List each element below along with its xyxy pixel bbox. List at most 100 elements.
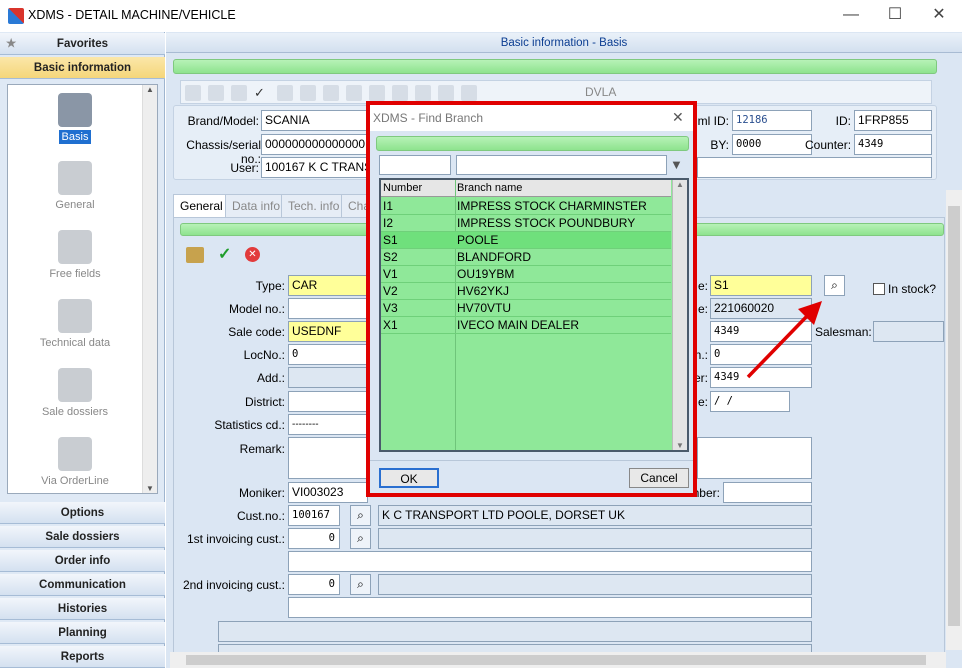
- col-name-header[interactable]: Branch name: [457, 180, 522, 196]
- counter-field[interactable]: 4349: [854, 134, 932, 155]
- sidebar-reports[interactable]: Reports: [0, 646, 165, 668]
- footer-field-1[interactable]: [218, 621, 812, 642]
- cust-no-field[interactable]: 100167: [288, 505, 340, 526]
- table-row[interactable]: I1 IMPRESS STOCK CHARMINSTER: [381, 198, 671, 215]
- table-row-selected[interactable]: S1 POOLE: [381, 232, 671, 249]
- gear-icon[interactable]: [461, 85, 477, 101]
- inv1-field[interactable]: 0: [288, 528, 340, 549]
- next-fast-icon[interactable]: [392, 85, 408, 101]
- statistics-field[interactable]: --------: [288, 414, 368, 435]
- save-check-icon[interactable]: ✓: [218, 244, 231, 264]
- moniker-field[interactable]: VI003023: [288, 482, 368, 503]
- brand-model-field[interactable]: SCANIA: [261, 110, 367, 131]
- close-button[interactable]: ✕: [916, 4, 962, 28]
- statistics-label: Statistics cd.:: [214, 418, 285, 432]
- type-field[interactable]: CAR: [288, 275, 368, 296]
- table-row[interactable]: S2 BLANDFORD: [381, 249, 671, 266]
- basic-info-header[interactable]: Basic information: [0, 57, 165, 79]
- sidebar-sale-dossiers[interactable]: Sale dossiers: [0, 526, 165, 548]
- tab-general[interactable]: General: [173, 194, 230, 218]
- add-field[interactable]: [288, 367, 368, 388]
- main-horizontal-scrollbar[interactable]: [170, 652, 946, 668]
- open-folder-icon[interactable]: [186, 247, 204, 263]
- cust-name-field[interactable]: K C TRANSPORT LTD POOLE, DORSET UK: [378, 505, 812, 526]
- number-filter-input[interactable]: [379, 155, 451, 175]
- table-row[interactable]: V1 OU19YBM: [381, 266, 671, 283]
- cancel-button[interactable]: Cancel: [629, 468, 689, 488]
- table-row[interactable]: I2 IMPRESS STOCK POUNDBURY: [381, 215, 671, 232]
- filter-icon[interactable]: ▼: [670, 157, 683, 172]
- remark-right-field[interactable]: [697, 437, 812, 479]
- nav-via-orderline[interactable]: Via OrderLine: [8, 437, 142, 487]
- check-icon[interactable]: ✓: [254, 85, 270, 101]
- sidebar-order-info[interactable]: Order info: [0, 550, 165, 572]
- col-number-header[interactable]: Number: [383, 180, 422, 196]
- inv1-extra-field[interactable]: [288, 551, 812, 572]
- sale-code-field[interactable]: USEDNF: [288, 321, 368, 342]
- nav-general[interactable]: General: [8, 161, 142, 211]
- user-field[interactable]: 100167 K C TRANS: [261, 157, 367, 178]
- inv2-extra-field[interactable]: [288, 597, 812, 618]
- tab-tech-info[interactable]: Tech. info: [281, 194, 347, 218]
- remark-field[interactable]: [288, 437, 368, 479]
- camera-icon[interactable]: [231, 85, 247, 101]
- inv2-search-button[interactable]: ⌕: [350, 574, 371, 595]
- sidebar-options[interactable]: Options: [0, 502, 165, 524]
- chassis-field[interactable]: 0000000000000001: [261, 134, 367, 155]
- user-extra-field[interactable]: [697, 157, 932, 178]
- minimize-button[interactable]: —: [828, 4, 874, 28]
- sidebar-histories[interactable]: Histories: [0, 598, 165, 620]
- link-icon[interactable]: [438, 85, 454, 101]
- first-icon[interactable]: [300, 85, 316, 101]
- nav-free-fields[interactable]: Free fields: [8, 230, 142, 280]
- copy-icon[interactable]: [208, 85, 224, 101]
- tab-data-info[interactable]: Data info: [225, 194, 288, 218]
- prev-fast-icon[interactable]: [323, 85, 339, 101]
- id1-field[interactable]: 12186: [732, 110, 812, 131]
- last-icon[interactable]: [415, 85, 431, 101]
- star-icon: ★: [6, 38, 17, 50]
- table-row[interactable]: V3 HV70VTU: [381, 300, 671, 317]
- main-vertical-scrollbar[interactable]: [946, 190, 962, 650]
- inv2-name-field[interactable]: [378, 574, 812, 595]
- delete-icon[interactable]: ✕: [245, 247, 260, 262]
- cone-icon: [58, 161, 92, 195]
- inv1-search-button[interactable]: ⌕: [350, 528, 371, 549]
- cancel-icon[interactable]: [277, 85, 293, 101]
- table-row[interactable]: X1 IVECO MAIN DEALER: [381, 317, 671, 334]
- nav-sale-dossiers[interactable]: Sale dossiers: [8, 368, 142, 418]
- district-field[interactable]: [288, 391, 368, 412]
- sidebar-planning[interactable]: Planning: [0, 622, 165, 644]
- number-field[interactable]: [723, 482, 812, 503]
- model-no-field[interactable]: [288, 298, 368, 319]
- prev-icon[interactable]: [346, 85, 362, 101]
- in-stock-checkbox[interactable]: [873, 283, 885, 295]
- grid-scrollbar[interactable]: ▲ ▼: [672, 180, 687, 450]
- salesman-field[interactable]: [873, 321, 944, 342]
- maximize-button[interactable]: ☐: [872, 4, 918, 28]
- id2-field[interactable]: 1FRP855: [854, 110, 932, 131]
- nav-basis[interactable]: Basis: [8, 93, 142, 144]
- new-doc-icon[interactable]: [185, 85, 201, 101]
- inv1-name-field[interactable]: [378, 528, 812, 549]
- branch-search-button[interactable]: ⌕: [824, 275, 845, 296]
- next-icon[interactable]: [369, 85, 385, 101]
- locno-field[interactable]: 0: [288, 344, 368, 365]
- name-filter-input[interactable]: [456, 155, 667, 175]
- e2-field[interactable]: / /: [710, 391, 790, 412]
- cust-search-button[interactable]: ⌕: [350, 505, 371, 526]
- nav-scrollbar[interactable]: ▲ ▼: [142, 85, 157, 493]
- id2-label: ID:: [835, 114, 851, 128]
- grid-header: Number Branch name: [381, 180, 671, 197]
- branch-field[interactable]: S1: [710, 275, 812, 296]
- dialog-close-icon[interactable]: ✕: [672, 109, 684, 126]
- sidebar-communication[interactable]: Communication: [0, 574, 165, 596]
- inv2-field[interactable]: 0: [288, 574, 340, 595]
- ok-button[interactable]: OK: [379, 468, 439, 488]
- nav-technical-data[interactable]: Technical data: [8, 299, 142, 349]
- dvla-button[interactable]: DVLA: [585, 85, 616, 99]
- folder-icon: [58, 368, 92, 402]
- table-row[interactable]: V2 HV62YKJ: [381, 283, 671, 300]
- by-field[interactable]: 0000: [732, 134, 812, 155]
- favorites-header[interactable]: ★ Favorites: [0, 33, 165, 55]
